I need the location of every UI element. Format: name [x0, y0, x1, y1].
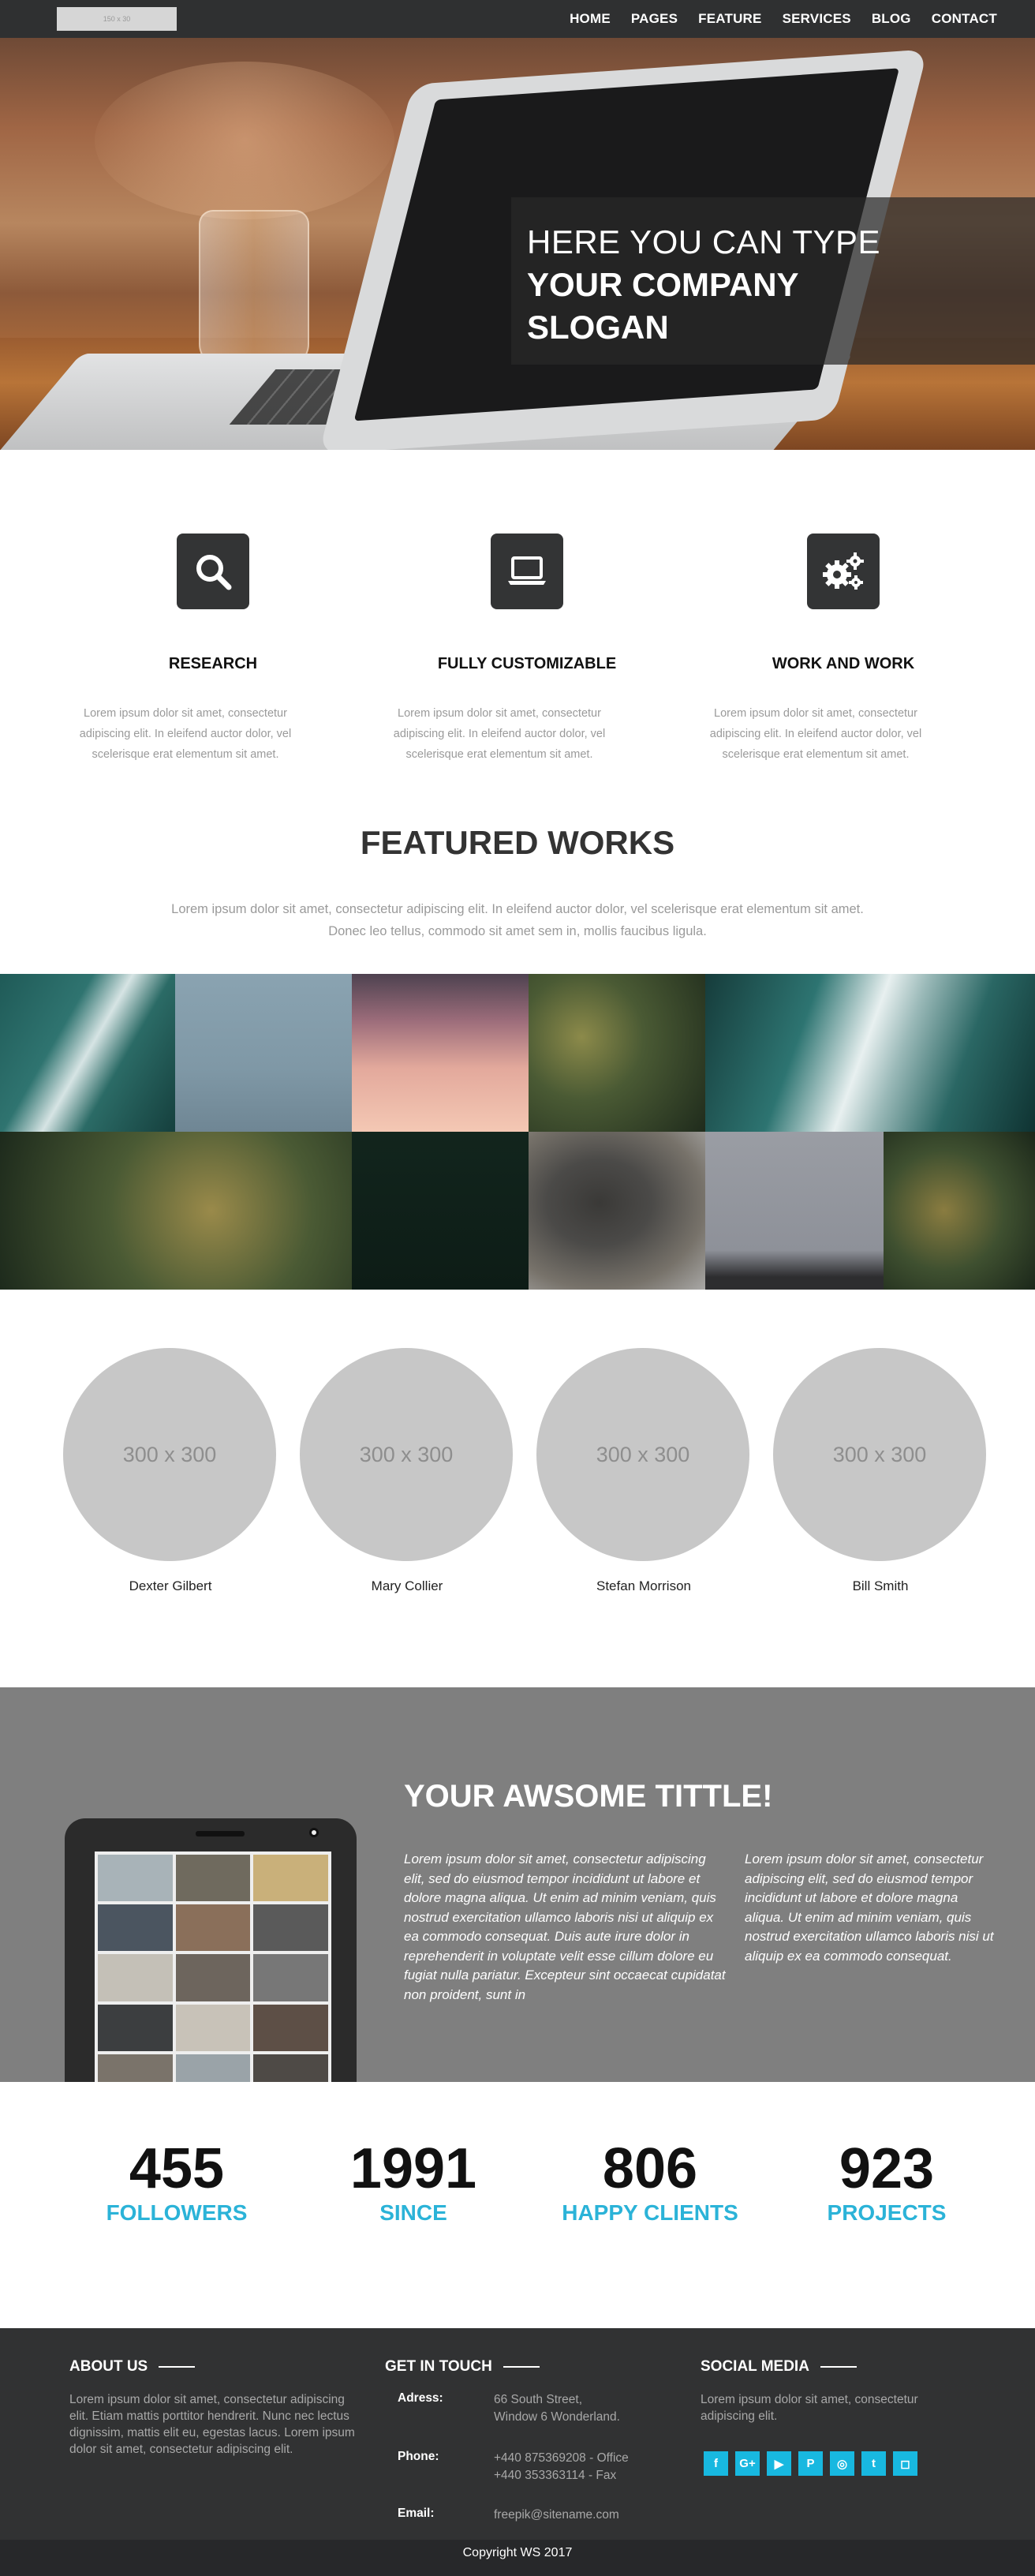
nav-feature-link[interactable]: FEATURE: [698, 11, 761, 27]
gallery-tile-forest-wide[interactable]: [0, 1132, 352, 1290]
stat-number: 923: [839, 2137, 935, 2200]
top-navbar: 150 x 30 HOME PAGES FEATURE SERVICES BLO…: [0, 0, 1035, 38]
address-line2: Window 6 Wonderland.: [494, 2410, 620, 2424]
phone-label: Phone:: [398, 2450, 439, 2463]
hero-glass-image: [199, 210, 309, 368]
copyright-bar: Copyright WS 2017: [0, 2540, 1035, 2576]
team-member-card: 300 x 300 Stefan Morrison: [536, 1348, 751, 1594]
feature-customizable: FULLY CUSTOMIZABLE Lorem ipsum dolor sit…: [385, 534, 669, 761]
gallery-tile-sky[interactable]: [175, 974, 352, 1132]
avatar: 300 x 300: [300, 1348, 513, 1561]
nav-pages-link[interactable]: PAGES: [631, 11, 678, 27]
team-member-card: 300 x 300 Bill Smith: [773, 1348, 988, 1594]
laptop-icon: [491, 534, 563, 609]
email-label: Email:: [398, 2507, 435, 2520]
stat-label: FOLLOWERS: [106, 2200, 248, 2225]
feature-title: FULLY CUSTOMIZABLE: [437, 655, 617, 672]
site-logo[interactable]: 150 x 30: [57, 7, 177, 31]
member-name: Dexter Gilbert: [129, 1578, 212, 1593]
tablet-screen: [95, 1852, 331, 2082]
stat-label: SINCE: [379, 2200, 447, 2225]
social-text: Lorem ipsum dolor sit amet, consectetur …: [701, 2393, 918, 2423]
awesome-title: YOUR AWSOME TITTLE!: [404, 1779, 773, 1814]
nav-home-link[interactable]: HOME: [570, 11, 611, 27]
feature-text: Lorem ipsum dolor sit amet, consectetur …: [709, 707, 922, 761]
about-heading: ABOUT US: [69, 2358, 195, 2376]
featured-works-title: FEATURED WORKS: [360, 824, 675, 861]
youtube-icon[interactable]: ▶: [767, 2451, 791, 2476]
feature-title: RESEARCH: [168, 655, 258, 672]
twitter-icon[interactable]: t: [861, 2451, 886, 2476]
member-name: Mary Collier: [371, 1578, 443, 1593]
stat-label: HAPPY CLIENTS: [562, 2200, 738, 2225]
social-heading: SOCIAL MEDIA: [701, 2358, 857, 2376]
search-icon: [177, 534, 249, 609]
team-member-card: 300 x 300 Mary Collier: [300, 1348, 514, 1594]
hero-slogan-line2: YOUR COMPANY SLOGAN: [527, 266, 798, 346]
gallery-tile-cup[interactable]: [529, 1132, 705, 1290]
tablet-image: [65, 1818, 357, 2082]
about-text: Lorem ipsum dolor sit amet, consectetur …: [69, 2393, 355, 2456]
gallery-tile-grey[interactable]: [705, 1132, 884, 1290]
gallery-tile-dark[interactable]: [352, 1132, 529, 1290]
feature-title: WORK AND WORK: [772, 655, 915, 672]
copyright-text: Copyright WS 2017: [462, 2546, 573, 2559]
stat-followers: 455 FOLLOWERS: [58, 2137, 295, 2226]
member-name: Stefan Morrison: [596, 1578, 691, 1593]
avatar: 300 x 300: [536, 1348, 749, 1561]
awesome-text-col2: Lorem ipsum dolor sit amet, consectetur …: [745, 1852, 994, 1964]
address-line1: 66 South Street,: [494, 2393, 583, 2406]
gallery-tile-sunset[interactable]: [352, 974, 529, 1132]
site-footer: ABOUT US Lorem ipsum dolor sit amet, con…: [0, 2328, 1035, 2540]
main-menu: HOME PAGES FEATURE SERVICES BLOG CONTACT: [570, 0, 997, 38]
feature-work: WORK AND WORK Lorem ipsum dolor sit amet…: [701, 534, 985, 761]
feature-text: Lorem ipsum dolor sit amet, consectetur …: [79, 707, 292, 761]
feature-research: RESEARCH Lorem ipsum dolor sit amet, con…: [71, 534, 355, 761]
address-label: Adress:: [398, 2391, 443, 2405]
stat-label: PROJECTS: [827, 2200, 947, 2225]
stat-happy-clients: 806 HAPPY CLIENTS: [532, 2137, 768, 2226]
phone-office: +440 875369208 - Office: [494, 2451, 629, 2465]
awesome-text-col1: Lorem ipsum dolor sit amet, consectetur …: [404, 1852, 726, 2002]
hero-slogan-box: HERE YOU CAN TYPE YOUR COMPANY SLOGAN: [511, 197, 1035, 365]
google-plus-icon[interactable]: G+: [735, 2451, 760, 2476]
gallery-tile-ocean-wide[interactable]: [705, 974, 1035, 1132]
awesome-section: YOUR AWSOME TITTLE! Lorem ipsum dolor si…: [0, 1687, 1035, 2082]
stat-number: 806: [602, 2137, 698, 2200]
gallery-tile-ocean[interactable]: [0, 974, 175, 1132]
phone-fax: +440 353363114 - Fax: [494, 2469, 617, 2482]
dribbble-icon[interactable]: ◎: [830, 2451, 854, 2476]
gallery-tile-forest-edge[interactable]: [884, 1132, 1035, 1290]
member-name: Bill Smith: [852, 1578, 909, 1593]
stat-since: 1991 SINCE: [295, 2137, 532, 2226]
instagram-icon[interactable]: ◻: [893, 2451, 917, 2476]
stat-projects: 923 PROJECTS: [768, 2137, 1005, 2226]
stat-number: 1991: [349, 2137, 477, 2200]
avatar: 300 x 300: [773, 1348, 986, 1561]
feature-text: Lorem ipsum dolor sit amet, consectetur …: [393, 707, 606, 761]
hero-banner: HERE YOU CAN TYPE YOUR COMPANY SLOGAN: [0, 38, 1035, 450]
gears-icon: [807, 534, 880, 609]
featured-works-text: Lorem ipsum dolor sit amet, consectetur …: [171, 902, 864, 938]
pinterest-icon[interactable]: P: [798, 2451, 823, 2476]
email-link[interactable]: freepik@sitename.com: [494, 2507, 619, 2523]
gallery-tile-forest[interactable]: [529, 974, 705, 1132]
facebook-icon[interactable]: f: [704, 2451, 728, 2476]
hero-background-blur: [95, 62, 394, 219]
portfolio-gallery: [0, 974, 1035, 1290]
avatar: 300 x 300: [63, 1348, 276, 1561]
stat-number: 455: [129, 2137, 225, 2200]
hero-slogan-line1: HERE YOU CAN TYPE: [527, 223, 881, 260]
contact-heading: GET IN TOUCH: [385, 2358, 540, 2376]
social-icons: f G+ ▶ P ◎ t ◻: [704, 2451, 917, 2476]
team-member-card: 300 x 300 Dexter Gilbert: [63, 1348, 278, 1594]
nav-services-link[interactable]: SERVICES: [783, 11, 851, 27]
nav-blog-link[interactable]: BLOG: [872, 11, 911, 27]
nav-contact-link[interactable]: CONTACT: [932, 11, 997, 27]
